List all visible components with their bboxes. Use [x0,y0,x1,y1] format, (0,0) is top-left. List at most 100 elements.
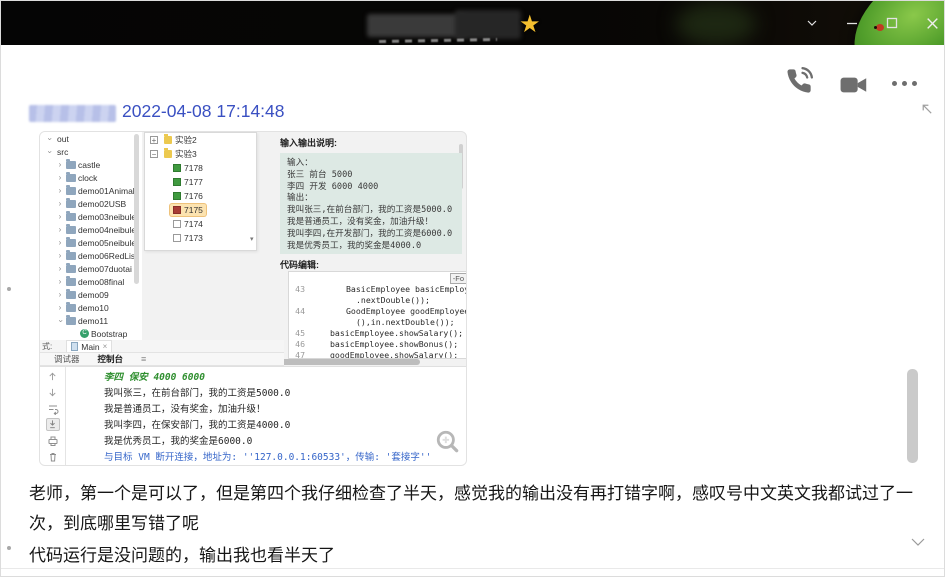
tab-close-icon[interactable]: × [103,342,108,351]
submission-row[interactable]: 7174 [145,217,256,231]
close-button[interactable] [924,15,940,31]
tree-item[interactable]: clock [40,171,142,184]
tab-debugger[interactable]: 调试器 [54,353,80,365]
tree-item[interactable]: demo01Animal [40,184,142,197]
submission-row[interactable]: 7175 [145,203,256,217]
tree-item[interactable]: Bootstrap [40,327,142,340]
status-icon [173,178,181,186]
submission-label-wrap: 实验3 [161,148,200,160]
submission-row[interactable]: + 实验2 [145,133,256,147]
console-panel: 李四 保安 4000 6000 我叫张三，在前台部门，我的工资是5000.0 我是… [40,366,466,465]
submission-label: 7174 [184,219,203,229]
tree-item[interactable]: demo10 [40,301,142,314]
chat-scrollbar[interactable] [907,369,918,463]
window-controls [804,1,940,45]
io-line: 张三 前台 5000 [287,169,353,180]
input-area-divider [1,568,944,569]
submission-row[interactable]: 7178 [145,161,256,175]
tree-item[interactable]: demo09 [40,288,142,301]
submission-label: 7176 [184,191,203,201]
editor-tab-strip: 式: Main × [40,340,284,353]
submission-label: 7177 [184,177,203,187]
submission-label-wrap: 实验2 [161,134,200,146]
code-segment: .nextDouble()); [356,295,430,305]
chevron-icon [56,174,64,182]
code-text: BasicEmployee basicEmployee=n [346,284,466,295]
console-output: 李四 保安 4000 6000 我叫张三，在前台部门，我的工资是5000.0 我是… [104,370,431,465]
trash-icon[interactable] [46,450,60,463]
chevron-icon [56,291,64,299]
code-text: GoodEmployee goodEmployee=new [346,306,466,317]
censor-blob [367,14,467,37]
screenshot-attachment[interactable]: out src castle clock [39,131,467,466]
tree-item[interactable]: demo04neibule [40,223,142,236]
folder-icon [66,314,76,325]
console-output-line: 我是优秀员工，我的奖金是6000.0 [104,436,253,447]
console-input-line: 李四 保安 4000 6000 [104,372,205,383]
print-icon[interactable] [46,434,60,447]
tree-item[interactable]: demo05neibule [40,236,142,249]
tree-item-label: demo05neibule [78,237,137,248]
scroll-down-arrow-icon[interactable] [46,386,60,399]
menu-icon[interactable]: ≡ [141,354,146,364]
tree-item[interactable]: demo02USB [40,197,142,210]
console-output-line: 我是普通员工，没有奖金，加油升级！ [104,404,266,415]
code-line: 46 basicEmployee.showBonus(); [289,339,466,350]
status-icon [173,192,181,200]
submission-row[interactable]: 7176 [145,189,256,203]
censor-blob [455,10,521,39]
code-text: (),in.nextDouble()); [356,317,455,328]
zoom-in-icon[interactable] [435,429,461,460]
tree-item[interactable]: castle [40,158,142,171]
tree-scrollbar[interactable] [134,134,139,284]
folder-icon [66,197,76,208]
tree-item-label: out [57,133,69,144]
video-call-button[interactable] [839,74,869,99]
folder-icon [66,223,76,234]
redacted-sender [29,105,116,122]
chevron-icon [45,135,53,143]
code-text: basicEmployee.showSalary(); [330,328,463,339]
submission-row[interactable]: − 实验3 [145,147,256,161]
tree-item[interactable]: demo07duotai [40,262,142,275]
scroll-to-bottom-icon[interactable] [909,535,927,552]
tree-item[interactable]: demo06RedList [40,249,142,262]
maximize-button[interactable] [884,15,900,31]
collapse-arrow-icon[interactable] [919,101,934,119]
chat-messages: 老师，第一个是可以了，但是第四个我仔细检查了半天，感觉我的输出没有再打错字啊，感… [29,479,937,571]
code-segment: BasicEmployee basicEmployee= [346,284,466,294]
voice-call-button[interactable] [785,67,813,98]
more-button[interactable] [892,81,917,86]
tree-item[interactable]: src [40,145,142,158]
submission-row[interactable]: 7173 [145,231,256,245]
scroll-up-icon[interactable] [46,370,60,383]
console-output-line: 我叫李四，在保安部门，我的工资是4000.0 [104,420,291,431]
scroll-to-end-icon[interactable] [45,418,60,431]
code-line: 45 basicEmployee.showSalary(); [289,328,466,339]
folder-icon [66,262,76,273]
chevron-icon [56,187,64,195]
chevron-icon [56,317,64,325]
chevron-down-button[interactable] [804,15,820,31]
tree-item[interactable]: demo08final [40,275,142,288]
soft-wrap-icon[interactable] [46,402,60,415]
folder-icon [66,288,76,299]
submission-row[interactable]: 7177 [145,175,256,189]
tree-item-label: src [57,146,69,157]
tree-item-label: demo03neibule [78,211,137,222]
io-line: 我是普通员工，没有奖金，加油升级！ [287,216,434,227]
io-panel: 输入： 张三 前台 5000 李四 开发 6000 4000 输出： 我叫张三,在前台部… [280,153,462,254]
tab-console[interactable]: 控制台 [98,353,124,365]
chevron-icon [56,252,64,260]
chevron-icon [56,265,64,273]
tree-item[interactable]: demo03neibule [40,210,142,223]
submission-label: 实验3 [175,149,197,159]
tree-item[interactable]: out [40,132,142,145]
io-line: 我是优秀员工，我的奖金是4000.0 [287,240,422,251]
code-line: 43 BasicEmployee basicEmployee=n [289,284,466,295]
minimize-button[interactable] [844,15,860,31]
code-line: .nextDouble()); [289,295,466,306]
tree-item[interactable]: demo11 [40,314,142,327]
tab-main[interactable]: Main × [66,340,113,352]
io-line: 输出： [287,193,313,204]
